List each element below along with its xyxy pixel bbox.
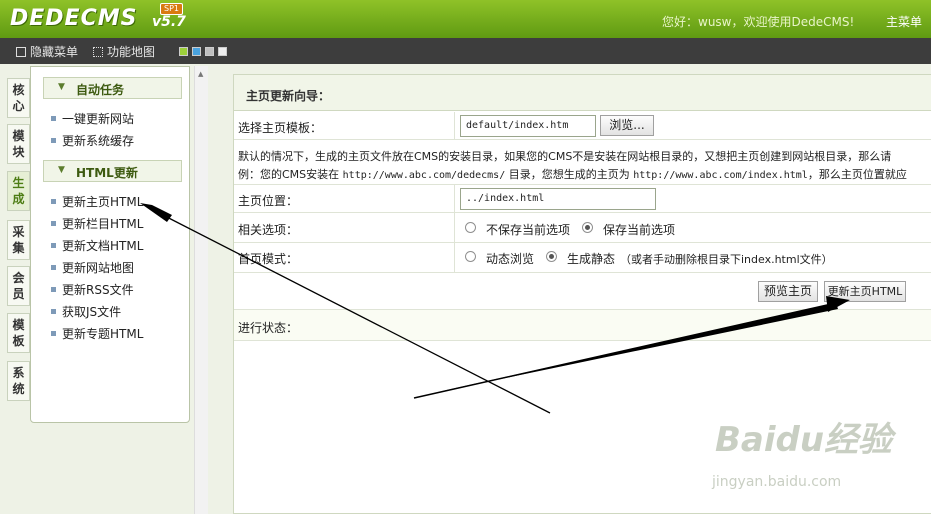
baidu-watermark: Baidu经验: [715, 420, 893, 460]
tab-members[interactable]: 会员: [7, 266, 30, 306]
position-label: 主页位置：: [238, 194, 299, 208]
scrollbar[interactable]: ▲: [194, 66, 208, 514]
bullet-icon: [51, 331, 56, 336]
menu-item-update-site[interactable]: 一键更新网站: [51, 110, 134, 127]
menu-item-label: 更新主页HTML: [62, 195, 144, 209]
bullet-icon: [51, 116, 56, 121]
save-radio[interactable]: [582, 222, 593, 233]
column-divider: [454, 213, 455, 242]
menu-item-update-cache[interactable]: 更新系统缓存: [51, 132, 134, 149]
logo-version: v5.7: [152, 14, 186, 30]
menu-item-update-topics[interactable]: 更新专题HTML: [51, 325, 143, 342]
column-divider: [454, 243, 455, 272]
menu-item-label: 更新系统缓存: [62, 134, 135, 148]
collapse-arrow-icon: ▼: [58, 165, 65, 175]
description-line-2: 例：您的CMS安装在 http://www.abc.com/dedecms/ 目…: [238, 166, 907, 182]
site-map-button[interactable]: 功能地图: [93, 43, 155, 60]
status-row: 进行状态：: [234, 309, 931, 341]
main-menu-link[interactable]: 主菜单: [886, 13, 922, 30]
menu-item-get-js[interactable]: 获取JS文件: [51, 303, 121, 320]
watermark-url: jingyan.baidu.com: [712, 474, 842, 490]
static-mode-note: （或者手动删除根目录下index.html文件）: [620, 253, 833, 266]
bullet-icon: [51, 138, 56, 143]
description-url: http://www.abc.com/index.html: [633, 170, 808, 181]
skin-swatch-blue[interactable]: [192, 47, 201, 56]
tab-modules[interactable]: 模块: [7, 124, 30, 164]
dynamic-mode-label: 动态浏览: [486, 252, 535, 266]
section-html-update[interactable]: ▼ HTML更新: [43, 160, 182, 182]
menu-item-label: 更新网站地图: [62, 261, 135, 275]
description-text: 目录，您想生成的主页为: [505, 168, 634, 181]
tab-core[interactable]: 核心: [7, 78, 30, 118]
dynamic-mode-radio[interactable]: [465, 251, 476, 262]
collapse-arrow-icon: ▼: [58, 82, 65, 92]
description-row: 默认的情况下，生成的主页文件放在CMS的安装目录，如果您的CMS不是安装在网站根…: [234, 141, 931, 185]
menu-item-update-rss[interactable]: 更新RSS文件: [51, 281, 134, 298]
bullet-icon: [51, 199, 56, 204]
save-label: 保存当前选项: [603, 223, 676, 237]
skin-swatch-green[interactable]: [179, 47, 188, 56]
left-menu-panel: ▼ 自动任务 一键更新网站 更新系统缓存 ▼ HTML更新 更新主页HTML 更…: [30, 66, 190, 423]
mode-row: 首页模式： 动态浏览 生成静态 （或者手动删除根目录下index.html文件）: [234, 243, 931, 273]
bullet-icon: [51, 265, 56, 270]
menu-item-label: 一键更新网站: [62, 112, 135, 126]
tab-generate[interactable]: 生成: [7, 171, 30, 211]
skin-swatch-gray[interactable]: [205, 47, 214, 56]
section-title: 自动任务: [76, 83, 125, 97]
template-input[interactable]: default/index.htm: [460, 115, 596, 137]
menu-item-label: 获取JS文件: [62, 305, 122, 319]
update-homepage-button[interactable]: 更新主页HTML: [824, 281, 906, 302]
description-text: ，那么主页位置就应: [807, 168, 907, 181]
menu-item-update-documents[interactable]: 更新文档HTML: [51, 237, 143, 254]
column-divider: [454, 185, 455, 212]
page-title: 主页更新向导：: [234, 75, 931, 111]
status-label: 进行状态：: [238, 321, 299, 335]
bullet-icon: [51, 287, 56, 292]
site-map-icon: [93, 46, 103, 57]
mode-label: 首页模式：: [238, 252, 299, 266]
column-divider: [454, 112, 455, 139]
toolbar: 隐藏菜单 功能地图: [0, 38, 931, 64]
position-row: 主页位置： ../index.html: [234, 185, 931, 213]
hide-menu-icon: [16, 46, 26, 57]
no-save-radio[interactable]: [465, 222, 476, 233]
description-url: http://www.abc.com/dedecms/: [342, 170, 506, 181]
bullet-icon: [51, 221, 56, 226]
static-mode-radio[interactable]: [546, 251, 557, 262]
site-map-label: 功能地图: [107, 45, 156, 59]
menu-item-update-sitemap[interactable]: 更新网站地图: [51, 259, 134, 276]
tab-collect[interactable]: 采集: [7, 220, 30, 260]
section-title: HTML更新: [76, 166, 138, 180]
menu-item-update-category[interactable]: 更新栏目HTML: [51, 215, 143, 232]
dedecms-logo: DEDECMS: [10, 6, 138, 31]
menu-item-label: 更新文档HTML: [62, 239, 144, 253]
hide-menu-button[interactable]: 隐藏菜单: [16, 43, 78, 60]
description-line-1: 默认的情况下，生成的主页文件放在CMS的安装目录，如果您的CMS不是安装在网站根…: [238, 150, 892, 163]
bullet-icon: [51, 243, 56, 248]
scroll-up-icon[interactable]: ▲: [198, 70, 203, 78]
options-row: 相关选项： 不保存当前选项 保存当前选项: [234, 213, 931, 243]
template-label: 选择主页模板：: [238, 121, 323, 135]
top-header: DEDECMS v5.7 SP1 您好：wusw，欢迎使用DedeCMS! 主菜…: [0, 0, 931, 38]
bullet-icon: [51, 309, 56, 314]
tab-system[interactable]: 系统: [7, 361, 30, 401]
menu-item-label: 更新RSS文件: [62, 283, 134, 297]
no-save-label: 不保存当前选项: [486, 223, 571, 237]
browse-button[interactable]: 浏览...: [600, 115, 654, 136]
tab-templates[interactable]: 模板: [7, 313, 30, 353]
template-row: 选择主页模板： default/index.htm 浏览...: [234, 112, 931, 140]
menu-item-update-homepage[interactable]: 更新主页HTML: [51, 193, 143, 210]
static-mode-label: 生成静态: [567, 252, 616, 266]
section-auto-tasks[interactable]: ▼ 自动任务: [43, 77, 182, 99]
menu-item-label: 更新栏目HTML: [62, 217, 144, 231]
hide-menu-label: 隐藏菜单: [30, 45, 79, 59]
welcome-text: 您好：wusw，欢迎使用DedeCMS!: [662, 15, 855, 29]
menu-item-label: 更新专题HTML: [62, 327, 144, 341]
position-input[interactable]: ../index.html: [460, 188, 656, 210]
logo-badge: SP1: [160, 3, 183, 15]
preview-homepage-button[interactable]: 预览主页: [758, 281, 818, 302]
description-text: 例：您的CMS安装在: [238, 168, 343, 181]
options-label: 相关选项：: [238, 223, 299, 237]
skin-swatch-white[interactable]: [218, 47, 227, 56]
